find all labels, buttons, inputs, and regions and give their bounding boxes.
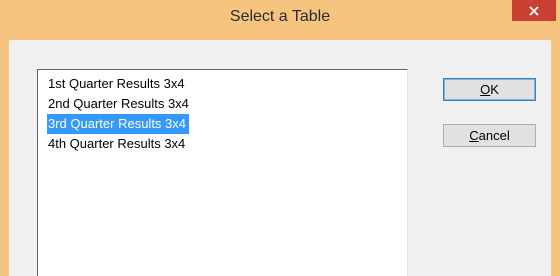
table-listbox[interactable]: 1st Quarter Results 3x4 2nd Quarter Resu…: [37, 69, 408, 276]
dialog-window: Select a Table 1st Quarter Results 3x4 2…: [0, 0, 560, 276]
list-item-4th-quarter[interactable]: 4th Quarter Results 3x4: [47, 134, 188, 154]
ok-button-label: K: [490, 82, 499, 97]
list-item-3rd-quarter[interactable]: 3rd Quarter Results 3x4: [47, 114, 190, 134]
close-button[interactable]: [512, 0, 556, 21]
cancel-button[interactable]: Cancel: [443, 124, 536, 147]
close-icon: [529, 5, 539, 16]
title-bar[interactable]: Select a Table: [0, 0, 560, 30]
list-item-1st-quarter[interactable]: 1st Quarter Results 3x4: [47, 74, 188, 94]
dialog-title: Select a Table: [229, 8, 331, 25]
ok-button[interactable]: OK: [443, 78, 536, 101]
dialog-body: 1st Quarter Results 3x4 2nd Quarter Resu…: [9, 40, 551, 276]
list-item-2nd-quarter[interactable]: 2nd Quarter Results 3x4: [47, 94, 192, 114]
ok-button-mnemonic: O: [480, 82, 491, 97]
cancel-button-label: ancel: [478, 128, 510, 143]
cancel-button-mnemonic: C: [469, 128, 479, 143]
